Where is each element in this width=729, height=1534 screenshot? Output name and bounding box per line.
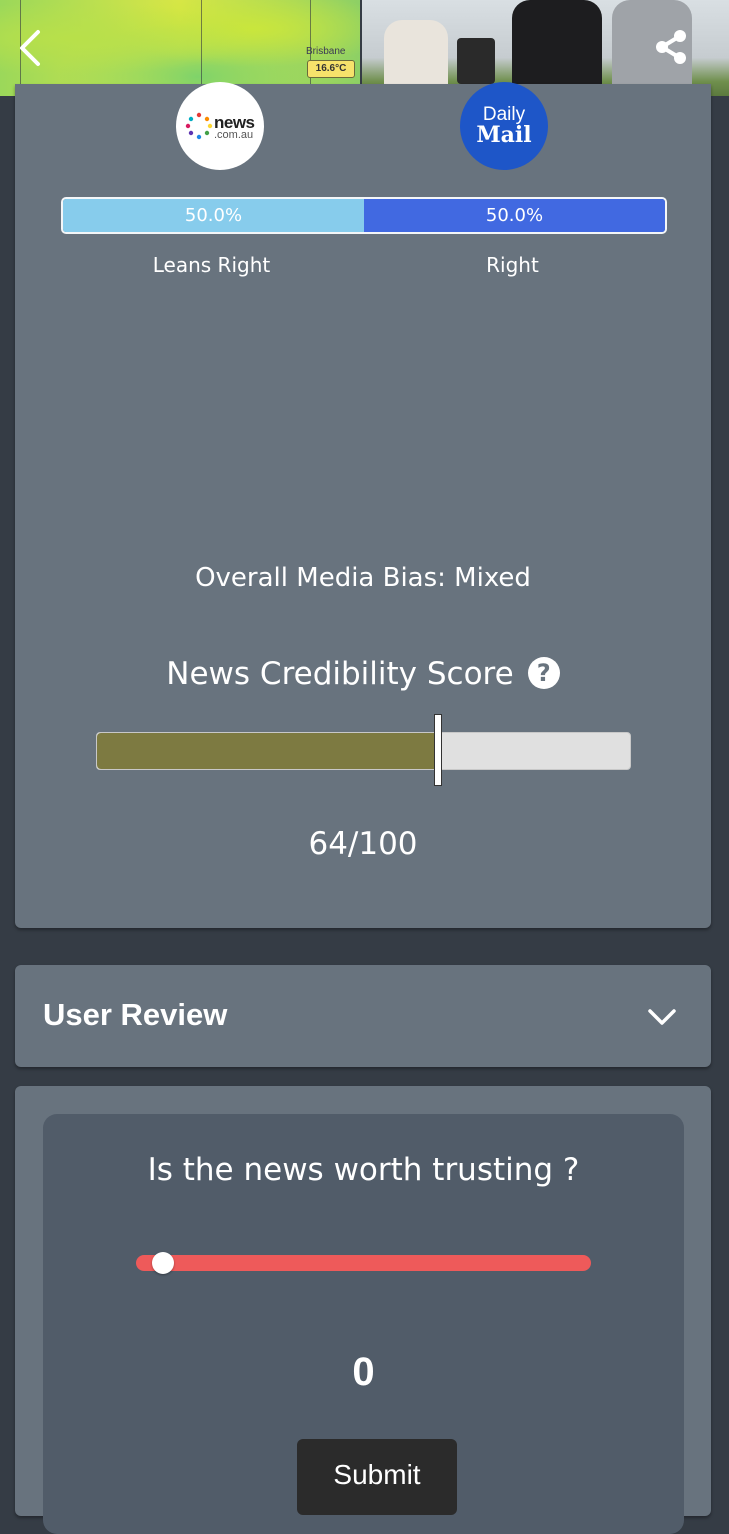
hero-image: Brisbane 16.6°C — [0, 0, 729, 96]
news-com-au-logo[interactable]: news .com.au — [176, 82, 264, 170]
bias-segment-leans-right: 50.0% — [63, 199, 364, 232]
mail-logo-mail: Mail — [476, 122, 532, 148]
daily-mail-logo[interactable]: Daily Mail — [460, 82, 548, 170]
chevron-down-icon[interactable] — [647, 1002, 677, 1032]
submit-button[interactable]: Submit — [297, 1439, 457, 1515]
user-review-title: User Review — [43, 997, 228, 1032]
bias-label-leans-right: Leans Right — [152, 253, 271, 277]
trust-poll-card: Is the news worth trusting ? 0 Submit — [15, 1086, 711, 1534]
share-icon — [656, 30, 686, 64]
news-dots-icon — [185, 112, 213, 140]
map-city-label: Brisbane — [306, 46, 346, 57]
trust-slider-value: 0 — [352, 1350, 375, 1394]
share-button[interactable] — [652, 27, 692, 67]
trust-question: Is the news worth trusting ? — [147, 1152, 580, 1188]
bias-label-right: Right — [486, 253, 539, 277]
chevron-left-icon — [20, 30, 40, 66]
user-review-header[interactable]: User Review — [15, 965, 711, 1067]
trust-poll-panel: Is the news worth trusting ? 0 Submit — [43, 1114, 684, 1534]
back-button[interactable] — [14, 28, 50, 68]
weather-map-image: Brisbane 16.6°C — [0, 0, 360, 96]
credibility-meter — [96, 714, 631, 786]
question-circle-icon[interactable]: ? — [527, 657, 560, 689]
credibility-title: News Credibility Score — [166, 656, 514, 692]
credibility-heading: News Credibility Score? — [15, 656, 711, 692]
credibility-score-text: 64/100 — [308, 826, 418, 862]
bias-segment-right: 50.0% — [364, 199, 665, 232]
credibility-meter-marker — [434, 714, 443, 786]
bias-distribution-bar: 50.0% 50.0% — [61, 197, 667, 234]
credibility-meter-fill — [97, 733, 439, 769]
overall-media-bias: Overall Media Bias: Mixed — [195, 563, 531, 593]
map-temperature-badge: 16.6°C — [307, 60, 355, 78]
news-logo-sub: .com.au — [214, 129, 254, 141]
trust-slider[interactable] — [136, 1252, 591, 1274]
trust-slider-thumb[interactable] — [152, 1252, 175, 1274]
